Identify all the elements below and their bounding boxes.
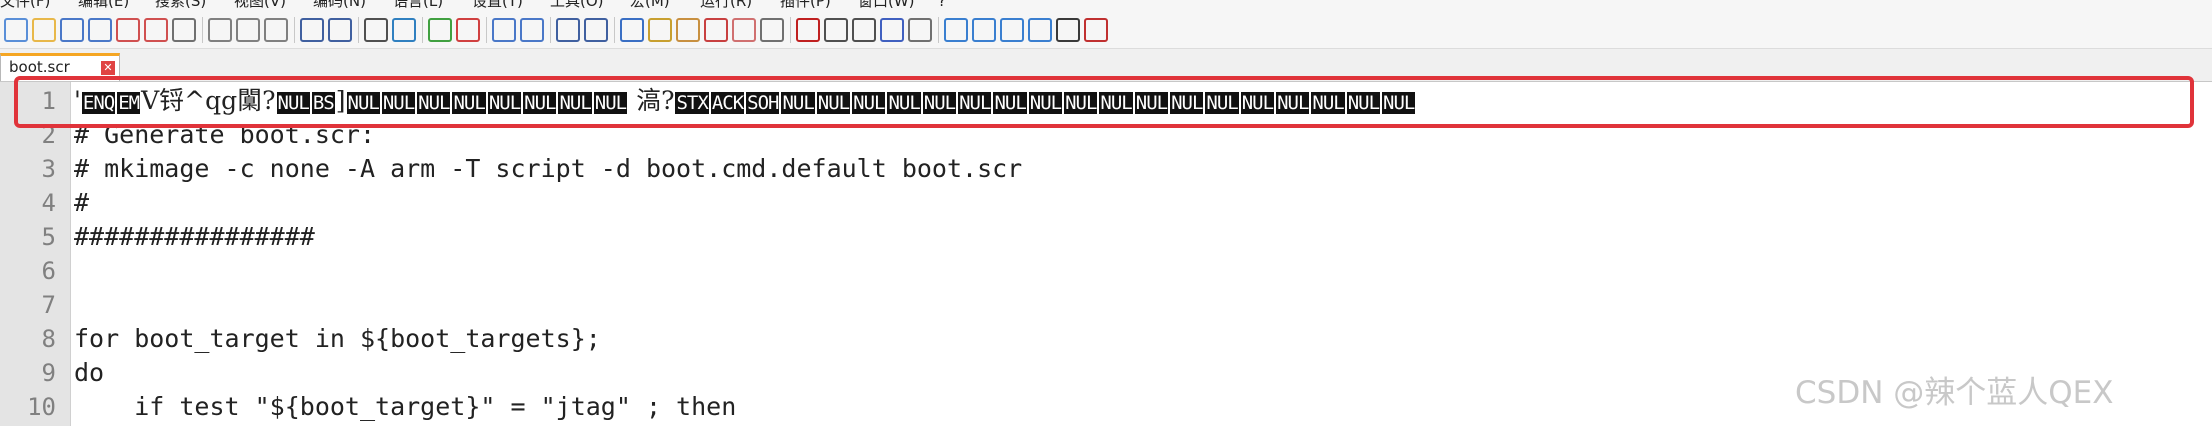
menu-item[interactable]: 搜索(S) (155, 0, 206, 9)
line-number: 9 (41, 359, 56, 387)
code-line: if test "${boot_target}" = "jtag" ; then (74, 392, 737, 421)
find-icon[interactable] (364, 18, 388, 42)
close-icon[interactable] (116, 18, 140, 42)
toolbar-separator (614, 17, 615, 43)
toolbar-separator (294, 17, 295, 43)
menu-item[interactable]: 视图(V) (234, 0, 286, 9)
play-macro-icon[interactable] (852, 18, 876, 42)
show-all-chars-icon[interactable] (584, 18, 608, 42)
toolbar-separator (422, 17, 423, 43)
save-icon[interactable] (60, 18, 84, 42)
undo-icon[interactable] (300, 18, 324, 42)
spell-check-prev-icon[interactable] (972, 18, 996, 42)
menu-item[interactable]: 设置(T) (472, 0, 523, 9)
toolbar-separator (790, 17, 791, 43)
spell-check-all-icon[interactable] (1028, 18, 1052, 42)
close-all-icon[interactable] (144, 18, 168, 42)
record-macro-icon[interactable] (796, 18, 820, 42)
close-tab-icon[interactable]: ✕ (101, 61, 115, 75)
menu-item[interactable]: 窗口(W) (858, 0, 915, 9)
line-number: 4 (41, 189, 56, 217)
line-number-gutter: 1 2 3 4 5 6 7 8 9 10 (0, 82, 71, 426)
open-file-icon[interactable] (32, 18, 56, 42)
indent-guide-icon[interactable] (620, 18, 644, 42)
new-file-icon[interactable] (4, 18, 28, 42)
abc-spell-icon[interactable] (1084, 18, 1108, 42)
menu-item[interactable]: 文件(F) (0, 0, 50, 9)
replace-icon[interactable] (392, 18, 416, 42)
menu-item[interactable]: 工具(O) (550, 0, 604, 9)
menu-item[interactable]: 宏(M) (630, 0, 670, 9)
toolbar-separator (358, 17, 359, 43)
line-number: 7 (41, 291, 56, 319)
toolbar-separator (938, 17, 939, 43)
line-number: 6 (41, 257, 56, 285)
zoom-out-icon[interactable] (456, 18, 480, 42)
menu-item[interactable]: 编辑(E) (78, 0, 129, 9)
toolbar-separator (550, 17, 551, 43)
folder-workspace-icon[interactable] (732, 18, 756, 42)
menu-item[interactable]: 运行(R) (700, 0, 752, 9)
line-number: 3 (41, 155, 56, 183)
toolbar-separator (202, 17, 203, 43)
redo-icon[interactable] (328, 18, 352, 42)
spell-check-next-icon[interactable] (1000, 18, 1024, 42)
toolbar-separator (486, 17, 487, 43)
save-macro-icon[interactable] (908, 18, 932, 42)
cut-icon[interactable] (208, 18, 232, 42)
spell-check-first-icon[interactable] (944, 18, 968, 42)
line-number: 5 (41, 223, 56, 251)
sync-horizontal-icon[interactable] (520, 18, 544, 42)
menu-item[interactable]: 插件(P) (780, 0, 831, 9)
paste-icon[interactable] (264, 18, 288, 42)
menu-item[interactable]: 编码(N) (313, 0, 366, 9)
menu-item[interactable]: ? (938, 0, 946, 9)
run-macro-multiple-icon[interactable] (880, 18, 904, 42)
code-line: for boot_target in ${boot_targets}; (74, 324, 601, 353)
tab-label: boot.scr (9, 58, 70, 76)
word-wrap-icon[interactable] (556, 18, 580, 42)
code-line: do (74, 358, 105, 387)
menu-bar: 文件(F) 编辑(E) 搜索(S) 视图(V) 编码(N) 语言(L) 设置(T) 工具(O)… (0, 0, 2212, 12)
stop-record-icon[interactable] (824, 18, 848, 42)
sync-vertical-icon[interactable] (492, 18, 516, 42)
highlight-annotation-box (14, 76, 2194, 128)
doc-map-icon[interactable] (676, 18, 700, 42)
line-number: 10 (27, 393, 56, 421)
save-all-icon[interactable] (88, 18, 112, 42)
toolbar (0, 12, 2212, 49)
print-icon[interactable] (172, 18, 196, 42)
function-list-icon[interactable] (704, 18, 728, 42)
code-line: ################ (74, 222, 315, 251)
code-line: # mkimage -c none -A arm -T script -d bo… (74, 154, 1023, 183)
zoom-in-icon[interactable] (428, 18, 452, 42)
monitor-icon[interactable] (760, 18, 784, 42)
watermark: CSDN @辣个蓝人QEX (1795, 375, 2114, 411)
code-line: # (74, 188, 90, 217)
udl-icon[interactable] (648, 18, 672, 42)
line-number: 8 (41, 325, 56, 353)
copy-icon[interactable] (236, 18, 260, 42)
spell-check-icon[interactable] (1056, 18, 1080, 42)
menu-item[interactable]: 语言(L) (393, 0, 443, 9)
